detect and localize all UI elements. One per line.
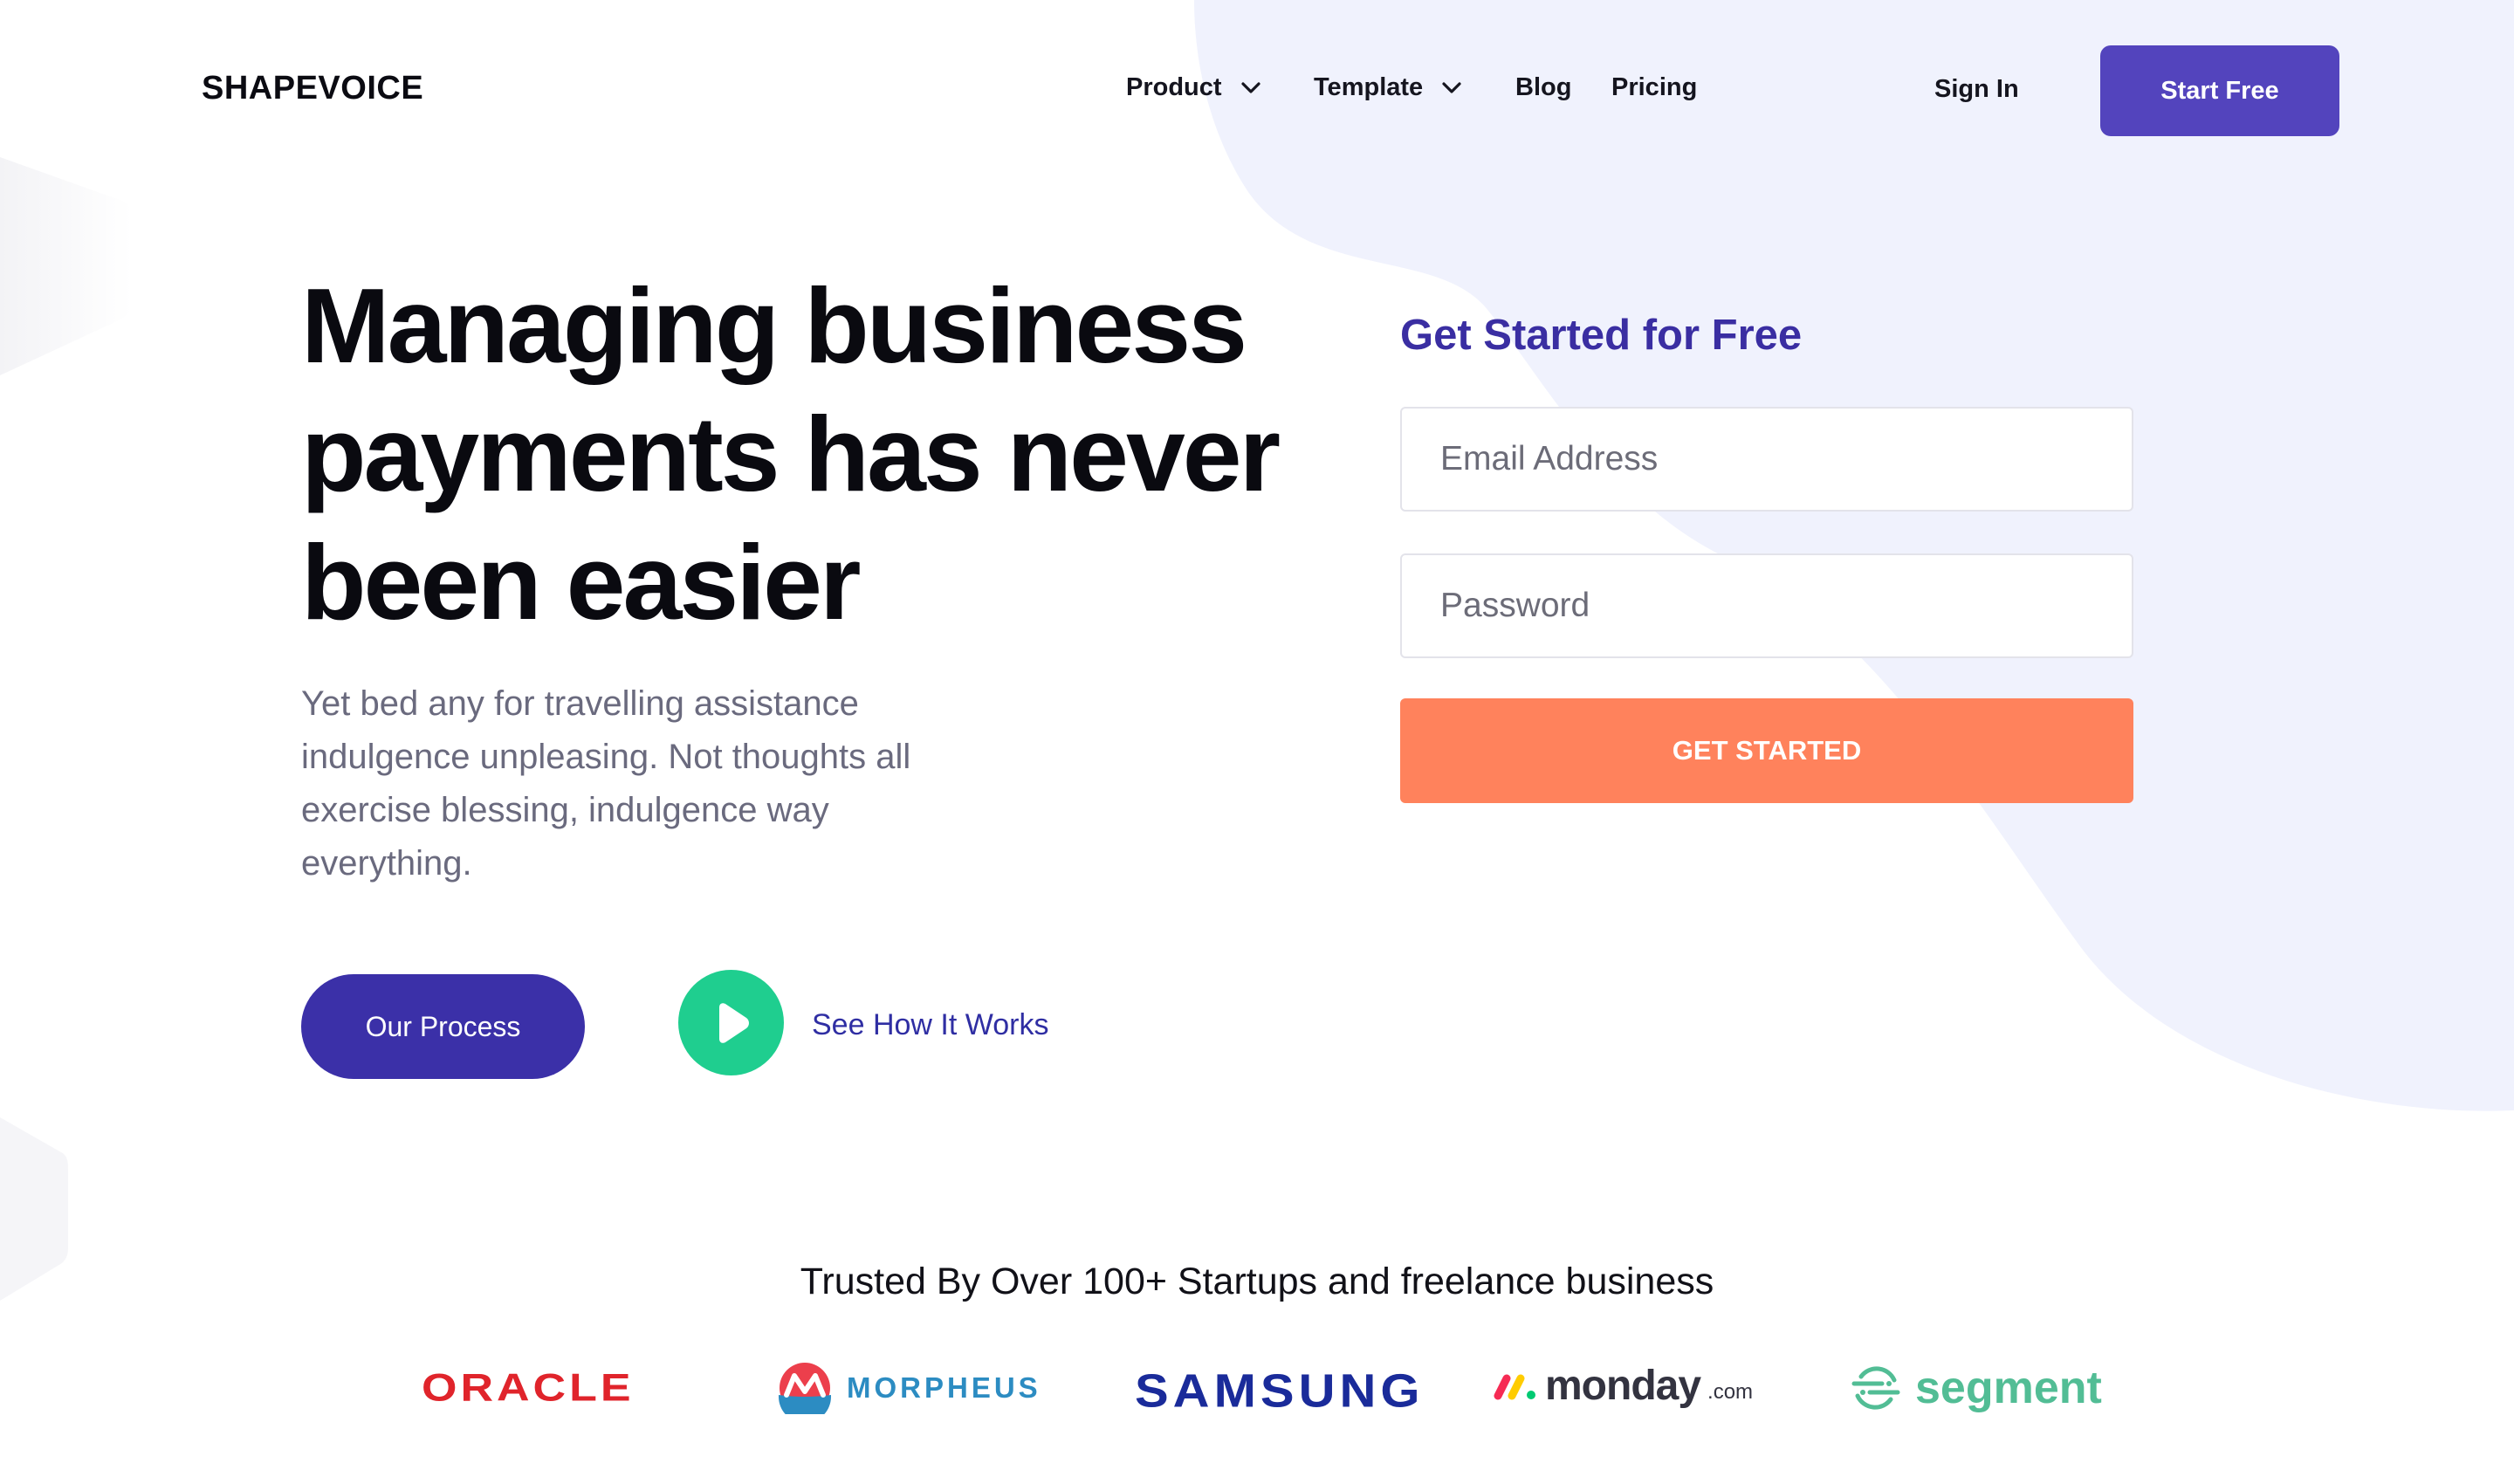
nav-item-template[interactable]: Template <box>1314 73 1461 102</box>
oracle-logo: ORACLE <box>422 1366 635 1410</box>
trusted-heading: Trusted By Over 100+ Startups and freela… <box>800 1261 1714 1302</box>
email-field[interactable] <box>1400 407 2133 512</box>
hero-description: Yet bed any for travelling assistance in… <box>301 684 911 883</box>
nav-item-label: Blog <box>1515 73 1572 101</box>
morpheus-mark-icon <box>779 1363 831 1414</box>
password-field[interactable] <box>1400 553 2133 658</box>
sign-in-link[interactable]: Sign In <box>1934 75 2019 104</box>
nav-item-pricing[interactable]: Pricing <box>1611 73 1697 102</box>
morpheus-logo-text: MORPHEUS <box>847 1371 1041 1404</box>
morpheus-logo: MORPHEUS <box>779 1362 1041 1414</box>
monday-logo-suffix: .com <box>1707 1379 1754 1404</box>
segment-logo-text: segment <box>1915 1363 2102 1413</box>
left-decor-shape-top <box>0 157 133 375</box>
hero-title-line: Managing business <box>301 266 1247 385</box>
signup-form-title: Get Started for Free <box>1400 312 1803 359</box>
landing-page: SHAPEVOICE Product Template Blog Pricing… <box>0 0 2514 1484</box>
our-process-button[interactable]: Our Process <box>301 974 585 1079</box>
segment-logo: segment <box>1851 1362 2102 1414</box>
see-how-it-works-link[interactable]: See How It Works <box>812 1008 1048 1042</box>
samsung-logo: SAMSUNG <box>1135 1364 1425 1418</box>
nav-item-blog[interactable]: Blog <box>1515 73 1571 102</box>
chevron-down-icon <box>1442 81 1461 94</box>
monday-mark-icon <box>1494 1374 1535 1399</box>
play-icon <box>718 1002 749 1043</box>
nav-item-product[interactable]: Product <box>1126 73 1260 102</box>
nav-item-label: Pricing <box>1611 73 1698 101</box>
chevron-down-icon <box>1240 81 1260 94</box>
monday-logo: monday .com <box>1493 1362 1753 1410</box>
hero-title: Managing business payments has never bee… <box>301 262 1349 647</box>
start-free-button[interactable]: Start Free <box>2100 45 2339 136</box>
hero-title-line: payments has never <box>301 395 1281 513</box>
play-video-button[interactable] <box>678 970 784 1075</box>
nav-item-label: Template <box>1314 73 1424 101</box>
nav-item-label: Product <box>1126 73 1222 101</box>
hero-title-line: been easier <box>301 523 861 642</box>
get-started-button[interactable]: GET STARTED <box>1400 698 2133 803</box>
monday-logo-text: monday <box>1545 1363 1701 1409</box>
logo[interactable]: SHAPEVOICE <box>202 70 423 107</box>
segment-mark-icon <box>1851 1366 1900 1410</box>
